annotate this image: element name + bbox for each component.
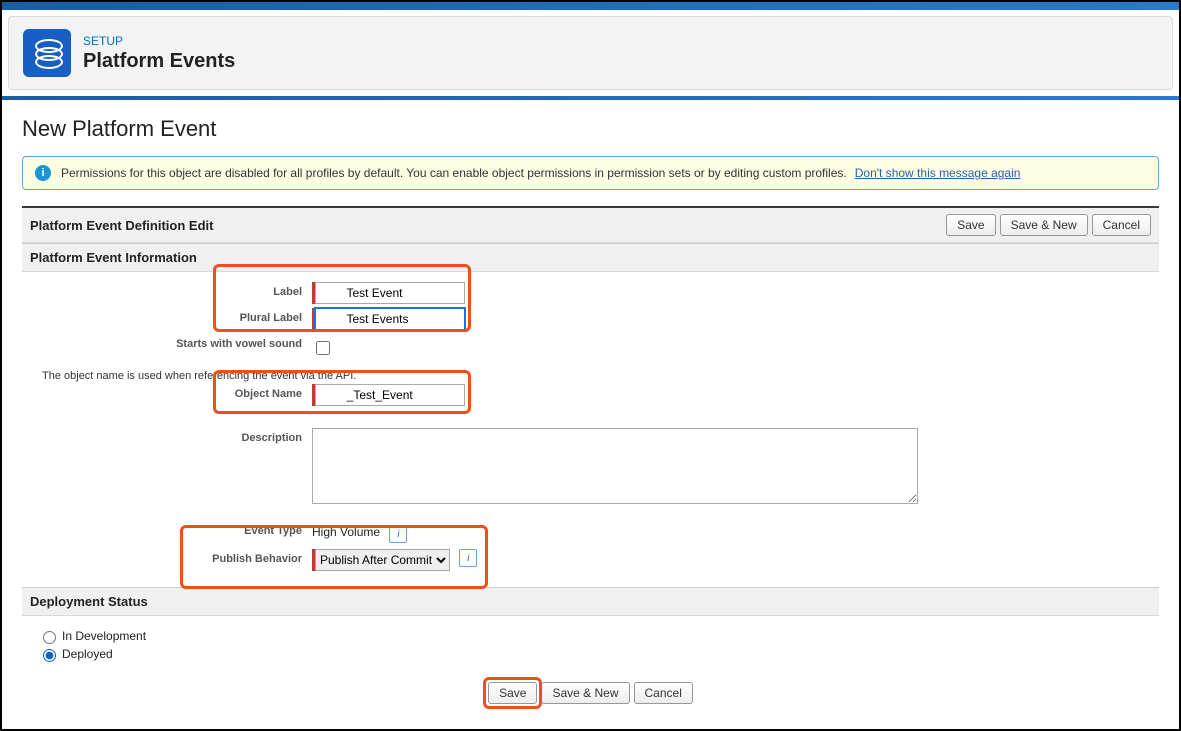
cancel-button[interactable]: Cancel bbox=[1092, 214, 1151, 236]
page-title-header: Platform Events bbox=[83, 50, 235, 73]
plural-input[interactable] bbox=[315, 308, 465, 330]
status-in-development[interactable]: In Development bbox=[38, 628, 1159, 644]
object-name-label: Object Name bbox=[32, 384, 312, 400]
info-section-title: Platform Event Information bbox=[30, 250, 197, 265]
event-type-value: High Volume bbox=[312, 525, 380, 539]
save-new-button-bottom[interactable]: Save & New bbox=[541, 682, 629, 704]
save-new-button[interactable]: Save & New bbox=[1000, 214, 1088, 236]
save-button[interactable]: Save bbox=[946, 214, 995, 236]
info-text: Permissions for this object are disabled… bbox=[61, 166, 847, 180]
save-button-bottom[interactable]: Save bbox=[488, 682, 537, 704]
page-title: New Platform Event bbox=[22, 116, 1159, 142]
info-hint-icon[interactable]: i bbox=[459, 549, 477, 567]
info-banner: i Permissions for this object are disabl… bbox=[22, 156, 1159, 190]
event-type-label: Event Type bbox=[32, 521, 312, 537]
label-input[interactable] bbox=[315, 282, 465, 304]
dismiss-link[interactable]: Don't show this message again bbox=[855, 166, 1021, 180]
plural-label: Plural Label bbox=[32, 308, 312, 324]
description-textarea[interactable] bbox=[312, 428, 918, 504]
description-label: Description bbox=[32, 428, 312, 444]
publish-label: Publish Behavior bbox=[32, 549, 312, 565]
page-header: SETUP Platform Events bbox=[8, 16, 1173, 90]
status-in-development-radio[interactable] bbox=[43, 631, 56, 644]
api-note: The object name is used when referencing… bbox=[42, 370, 1149, 382]
bottom-button-bar: Save Save & New Cancel bbox=[22, 668, 1159, 720]
deploy-section-head: Deployment Status bbox=[22, 587, 1159, 616]
edit-section-title: Platform Event Definition Edit bbox=[30, 218, 213, 233]
vowel-label: Starts with vowel sound bbox=[32, 334, 312, 350]
vowel-checkbox[interactable] bbox=[316, 341, 330, 355]
edit-section-head: Platform Event Definition Edit Save Save… bbox=[22, 206, 1159, 243]
platform-events-icon bbox=[23, 29, 71, 77]
object-name-input[interactable] bbox=[315, 384, 465, 406]
info-icon: i bbox=[35, 165, 51, 181]
publish-behavior-select[interactable]: Publish After Commit bbox=[315, 549, 450, 571]
status-deployed-radio[interactable] bbox=[43, 649, 56, 662]
breadcrumb: SETUP bbox=[83, 34, 235, 48]
top-border bbox=[2, 2, 1179, 10]
cancel-button-bottom[interactable]: Cancel bbox=[634, 682, 693, 704]
info-section-head: Platform Event Information bbox=[22, 243, 1159, 272]
status-deployed[interactable]: Deployed bbox=[38, 646, 1159, 662]
info-hint-icon[interactable]: i bbox=[389, 525, 407, 543]
label-label: Label bbox=[32, 282, 312, 298]
deploy-section-title: Deployment Status bbox=[30, 594, 148, 609]
form-body: Label Plural Label Starts with vowel sou… bbox=[22, 272, 1159, 581]
